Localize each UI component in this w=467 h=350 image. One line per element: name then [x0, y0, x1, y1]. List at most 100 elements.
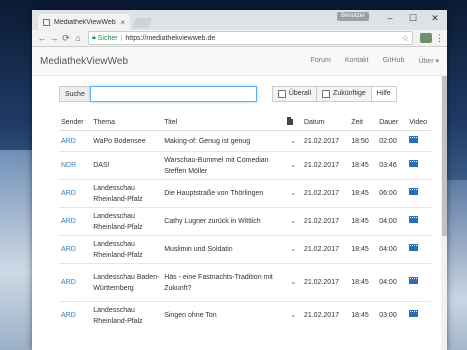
- cell-dauer: 06:00: [377, 179, 408, 208]
- header-titel[interactable]: Titel: [162, 114, 285, 131]
- filter-future-button[interactable]: Zukünftige: [317, 86, 372, 102]
- nav-link-forum[interactable]: Forum: [311, 57, 331, 65]
- cell-zeit: 18:45: [349, 207, 378, 236]
- scrollbar-thumb[interactable]: [442, 76, 447, 236]
- expand-chevron-icon[interactable]: ⌄: [284, 235, 302, 264]
- expand-chevron-icon[interactable]: ⌄: [284, 263, 302, 302]
- cell-sender[interactable]: ARD: [59, 263, 92, 302]
- page-favicon-icon: [43, 18, 50, 26]
- minimize-icon[interactable]: –: [383, 13, 397, 23]
- nav-link-kontakt[interactable]: Kontakt: [345, 57, 369, 65]
- nav-link-ueber[interactable]: Über ▾: [418, 57, 439, 65]
- filter-overall-button[interactable]: Überall: [271, 86, 318, 102]
- main-content: Suche Überall Zukünftige Hilfe Sender Th…: [32, 76, 447, 350]
- title-bar: MediathekViewWeb × Benutzer – ☐ ✕: [32, 10, 447, 30]
- new-tab-button[interactable]: [132, 18, 152, 28]
- cell-titel: Warschau-Bummel mit Comedian Steffen Möl…: [162, 151, 285, 180]
- cell-video[interactable]: [407, 301, 431, 330]
- tab-close-icon[interactable]: ×: [120, 18, 125, 27]
- cell-dauer: 04:00: [377, 235, 408, 264]
- expand-chevron-icon[interactable]: ⌄: [284, 179, 302, 208]
- checkbox-icon: [322, 90, 331, 98]
- address-separator: |: [120, 34, 123, 42]
- close-window-icon[interactable]: ✕: [428, 13, 442, 24]
- cell-zeit: 18:45: [349, 151, 378, 180]
- cell-thema[interactable]: DAS!: [91, 151, 163, 180]
- url-text: https://mediathekviewweb.de: [125, 34, 216, 42]
- help-button[interactable]: Hilfe: [371, 86, 397, 102]
- cell-datum: 21.02.2017: [301, 151, 350, 180]
- cell-video[interactable]: [407, 130, 431, 152]
- nav-links: Forum Kontakt GitHub Über ▾: [297, 57, 439, 65]
- address-bar[interactable]: 🔒︎ Sicher | https://mediathekviewweb.de …: [88, 31, 413, 45]
- cell-sender[interactable]: ARD: [59, 207, 92, 236]
- header-sender[interactable]: Sender: [59, 114, 92, 131]
- site-navbar: MediathekViewWeb Forum Kontakt GitHub Üb…: [32, 47, 447, 76]
- header-dauer[interactable]: Dauer: [377, 114, 408, 131]
- forward-icon[interactable]: →: [48, 33, 60, 43]
- video-film-icon[interactable]: [409, 277, 419, 284]
- search-input[interactable]: [89, 86, 257, 102]
- profile-button[interactable]: Benutzer: [336, 12, 369, 21]
- cell-dauer: 02:00: [377, 130, 408, 152]
- cell-sender[interactable]: NDR: [59, 151, 92, 180]
- header-thema[interactable]: Thema: [91, 114, 163, 131]
- extension-icon[interactable]: [420, 33, 432, 43]
- cell-titel: Häs - eine Fastnachts-Tradition mit Zuku…: [162, 263, 285, 302]
- cell-thema[interactable]: Landesschau Rheinland-Pfalz: [91, 301, 163, 330]
- cell-sender[interactable]: ARD: [59, 301, 92, 330]
- cell-zeit: 18:45: [349, 179, 378, 208]
- browser-window: MediathekViewWeb × Benutzer – ☐ ✕ ← → ⟳ …: [32, 10, 447, 350]
- cell-titel: Making-of: Genug ist genug: [162, 130, 285, 152]
- cell-sender[interactable]: ARD: [59, 130, 92, 152]
- maximize-icon[interactable]: ☐: [406, 13, 420, 24]
- home-icon[interactable]: ⌂: [72, 33, 84, 43]
- cell-titel: Singen ohne Ton: [162, 301, 285, 330]
- site-brand[interactable]: MediathekViewWeb: [40, 56, 297, 67]
- cell-titel: Die Hauptstraße von Thörlingen: [162, 179, 285, 208]
- cell-thema[interactable]: Landesschau Rheinland-Pfalz: [91, 207, 163, 236]
- filter-future-label: Zukünftige: [333, 90, 366, 97]
- table-row: ARD Landesschau Baden-Württemberg Häs - …: [59, 263, 431, 302]
- filter-overall-label: Überall: [288, 90, 312, 97]
- cell-video[interactable]: [407, 263, 431, 302]
- reload-icon[interactable]: ⟳: [60, 33, 72, 44]
- table-header-row: Sender Thema Titel Datum Zeit Dauer Vide…: [59, 114, 431, 131]
- document-icon: [286, 117, 293, 125]
- expand-chevron-icon[interactable]: ⌄: [284, 207, 302, 236]
- expand-chevron-icon[interactable]: ⌄: [284, 130, 302, 152]
- expand-chevron-icon[interactable]: ⌄: [284, 301, 302, 330]
- video-film-icon[interactable]: [409, 160, 419, 167]
- nav-link-github[interactable]: GitHub: [383, 57, 405, 65]
- cell-video[interactable]: [407, 207, 431, 236]
- cell-dauer: 03:00: [377, 301, 408, 330]
- video-film-icon[interactable]: [409, 135, 419, 143]
- browser-menu-icon[interactable]: ⋮: [435, 33, 444, 44]
- video-film-icon[interactable]: [409, 310, 419, 318]
- cell-video[interactable]: [407, 179, 431, 208]
- video-film-icon[interactable]: [409, 188, 419, 195]
- cell-thema[interactable]: WaPo Bodensee: [91, 130, 163, 152]
- cell-zeit: 18:45: [349, 301, 378, 330]
- cell-video[interactable]: [407, 235, 431, 264]
- search-filters: Überall Zukünftige Hilfe: [271, 86, 397, 102]
- checkbox-icon: [277, 90, 286, 98]
- cell-sender[interactable]: ARD: [59, 179, 92, 208]
- bookmark-star-icon[interactable]: ☆: [402, 34, 409, 43]
- back-icon[interactable]: ←: [36, 33, 48, 43]
- header-zeit[interactable]: Zeit: [349, 114, 378, 131]
- cell-video[interactable]: [407, 151, 431, 180]
- expand-chevron-icon[interactable]: ⌄: [284, 151, 302, 180]
- table-row: ARD Landesschau Rheinland-Pfalz Cathy Lu…: [59, 207, 431, 236]
- cell-thema[interactable]: Landesschau Baden-Württemberg: [91, 263, 163, 302]
- cell-thema[interactable]: Landesschau Rheinland-Pfalz: [91, 179, 163, 208]
- video-film-icon[interactable]: [409, 244, 419, 251]
- cell-thema[interactable]: Landesschau Rheinland-Pfalz: [91, 235, 163, 264]
- video-film-icon[interactable]: [409, 216, 419, 223]
- browser-tab[interactable]: MediathekViewWeb ×: [38, 14, 130, 30]
- cell-sender[interactable]: ARD: [59, 235, 92, 264]
- browser-toolbar: ← → ⟳ ⌂ 🔒︎ Sicher | https://mediathekvie…: [32, 30, 447, 47]
- header-datum[interactable]: Datum: [301, 114, 350, 131]
- cell-dauer: 03:46: [377, 151, 408, 180]
- table-row: ARD Landesschau Rheinland-Pfalz Singen o…: [59, 301, 431, 330]
